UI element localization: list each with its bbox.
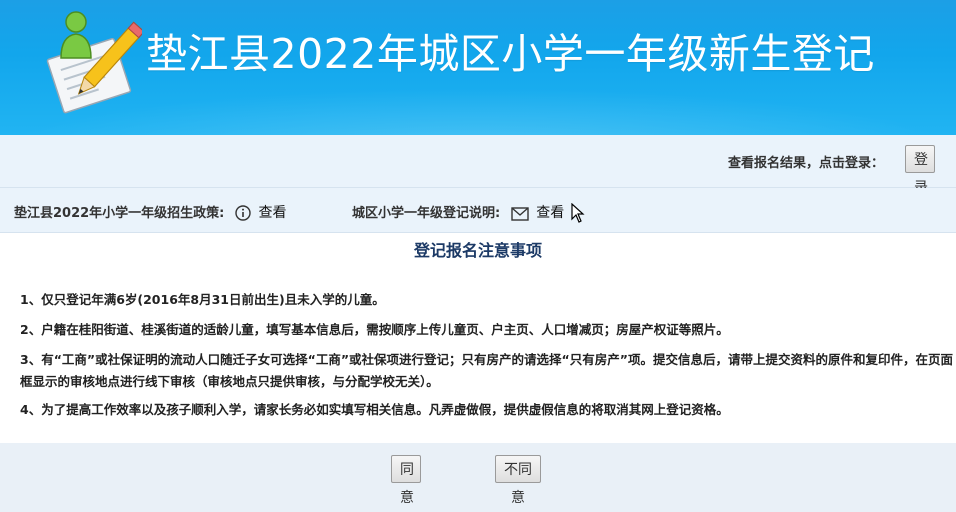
notice-panel: 登记报名注意事项 1、仅只登记年满6岁(2016年8月31日前出生)且未入学的儿… xyxy=(0,233,956,443)
notice-item: 3、有“工商”或社保证明的流动人口随迁子女可选择“工商”或社保项进行登记；只有房… xyxy=(20,352,953,389)
envelope-icon[interactable] xyxy=(511,207,529,225)
notice-item: 4、为了提高工作效率以及孩子顺利入学，请家长务必如实填写相关信息。凡弄虚做假，提… xyxy=(20,402,729,417)
explain-label: 城区小学一年级登记说明: xyxy=(352,206,501,221)
explain-view-link[interactable]: 查看 xyxy=(536,205,564,221)
notice-item: 1、仅只登记年满6岁(2016年8月31日前出生)且未入学的儿童。 xyxy=(20,292,385,307)
login-prompt: 查看报名结果，点击登录： xyxy=(727,156,884,171)
policy-label: 垫江县2022年小学一年级招生政策: xyxy=(14,206,225,221)
disagree-button[interactable]: 不同意 xyxy=(495,455,541,506)
policy-link-group: 垫江县2022年小学一年级招生政策: 查看 xyxy=(14,202,286,225)
header-glow xyxy=(0,88,956,135)
registration-logo-icon xyxy=(46,11,142,114)
notice-title: 登记报名注意事项 xyxy=(413,241,542,260)
login-button[interactable]: 登 录 xyxy=(905,145,935,196)
info-circle-icon[interactable] xyxy=(235,205,251,225)
agree-button[interactable]: 同意 xyxy=(391,455,421,506)
header-banner: 垫江县2022年城区小学一年级新生登记 xyxy=(0,0,956,135)
login-bar: 查看报名结果，点击登录： 登 录 xyxy=(0,135,956,196)
policy-bar: 垫江县2022年小学一年级招生政策: 查看 城区小学一年级登记说明: 查看 xyxy=(0,188,956,233)
policy-view-link[interactable]: 查看 xyxy=(258,205,286,221)
mouse-cursor-icon xyxy=(571,203,585,223)
notice-item: 2、户籍在桂阳街道、桂溪街道的适龄儿童，填写基本信息后，需按顺序上传儿童页、户主… xyxy=(20,322,729,337)
page-title: 垫江县2022年城区小学一年级新生登记 xyxy=(146,30,875,78)
explain-link-group: 城区小学一年级登记说明: 查看 xyxy=(352,202,564,225)
